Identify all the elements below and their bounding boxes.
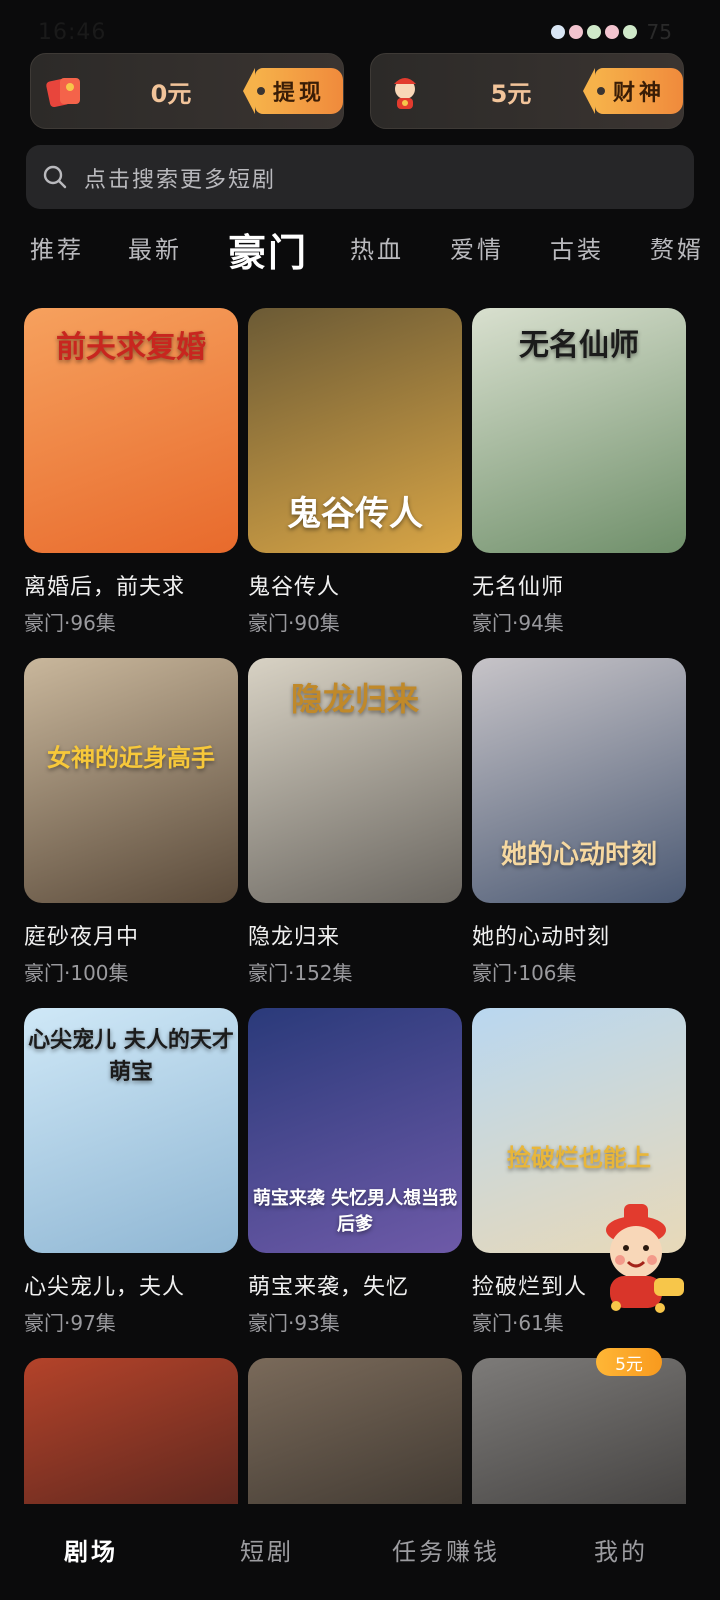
drama-title: 心尖宠儿，夫人: [24, 1275, 186, 1299]
fortune-button[interactable]: 财神: [583, 68, 683, 114]
drama-card[interactable]: 萌宝来袭 失忆男人想当我后爹 萌宝来袭，失忆 豪门·93集: [248, 1008, 462, 1336]
drama-meta: 豪门·94集: [472, 611, 564, 635]
drama-poster[interactable]: [24, 1358, 238, 1504]
poster-title: 女神的近身高手: [47, 744, 215, 772]
drama-card[interactable]: 她的心动时刻 她的心动时刻 豪门·106集: [472, 658, 686, 986]
nav-profile[interactable]: 我的: [594, 1532, 648, 1567]
drama-card[interactable]: 无名仙师 无名仙师 豪门·94集: [472, 308, 686, 636]
drama-card[interactable]: 心尖宠儿 夫人的天才萌宝 心尖宠儿，夫人 豪门·97集: [24, 1008, 238, 1336]
drama-meta: 豪门·97集: [24, 1311, 116, 1335]
drama-meta: 豪门·152集: [248, 961, 353, 985]
drama-meta: 豪门·100集: [24, 961, 129, 985]
drama-poster[interactable]: [248, 1358, 462, 1504]
drama-card[interactable]: 鬼谷传人 鬼谷传人 豪门·90集: [248, 308, 462, 636]
tab-recommend[interactable]: 推荐: [30, 230, 84, 265]
poster-title: 前夫求复婚: [56, 330, 206, 365]
nav-tasks[interactable]: 任务赚钱: [392, 1532, 500, 1567]
withdraw-button[interactable]: 提现: [243, 68, 343, 114]
notification-icon: [586, 25, 601, 39]
drama-poster[interactable]: 萌宝来袭 失忆男人想当我后爹: [248, 1008, 462, 1253]
drama-title: 隐龙归来: [248, 925, 341, 949]
tab-romance[interactable]: 爱情: [450, 230, 504, 265]
drama-card[interactable]: 女神的近身高手 庭砂夜月中 豪门·100集: [24, 658, 238, 986]
fortune-card[interactable]: 5元 财神: [370, 53, 684, 129]
drama-title: 鬼谷传人: [248, 575, 341, 599]
drama-meta: 豪门·106集: [472, 961, 577, 985]
withdraw-card[interactable]: 0元 提现: [30, 53, 344, 129]
drama-title: 离婚后，前夫求: [24, 575, 186, 599]
status-icons: 75: [550, 20, 672, 44]
notification-icon: [550, 25, 565, 39]
poster-title: 心尖宠儿 夫人的天才萌宝: [28, 1028, 234, 1085]
tab-action[interactable]: 热血: [350, 230, 404, 265]
search-icon: [43, 165, 67, 189]
drama-poster[interactable]: 女神的近身高手: [24, 658, 238, 903]
drama-card[interactable]: [24, 1358, 238, 1504]
category-tabs: 推荐 最新 豪门 热血 爱情 古装 赘婿: [0, 218, 720, 278]
status-time: 16:46: [38, 20, 107, 45]
drama-poster[interactable]: 无名仙师: [472, 308, 686, 553]
drama-poster[interactable]: 她的心动时刻: [472, 658, 686, 903]
battery-level: 75: [646, 20, 672, 44]
poster-title: 鬼谷传人: [287, 494, 423, 534]
drama-card[interactable]: 前夫求复婚 离婚后，前夫求 豪门·96集: [24, 308, 238, 636]
drama-card[interactable]: [248, 1358, 462, 1504]
tab-costume[interactable]: 古装: [550, 230, 604, 265]
tag-hole: [257, 87, 265, 95]
drama-poster[interactable]: 隐龙归来: [248, 658, 462, 903]
reward-cards: 0元 提现 5元 财神: [30, 53, 690, 129]
drama-poster[interactable]: [472, 1358, 686, 1504]
poster-title: 她的心动时刻: [500, 840, 657, 870]
drama-poster[interactable]: 鬼谷传人: [248, 308, 462, 553]
drama-title: 无名仙师: [472, 575, 565, 599]
search-placeholder: 点击搜索更多短剧: [84, 168, 277, 193]
drama-meta: 豪门·96集: [24, 611, 116, 635]
tag-hole: [597, 87, 605, 95]
tab-latest[interactable]: 最新: [128, 230, 182, 265]
tab-son-in-law[interactable]: 赘婿: [650, 230, 704, 265]
search-input[interactable]: 点击搜索更多短剧: [26, 145, 694, 209]
drama-poster[interactable]: 心尖宠儿 夫人的天才萌宝: [24, 1008, 238, 1253]
withdraw-label: 提现: [272, 81, 325, 106]
poster-title: 捡破烂也能上: [507, 1144, 651, 1172]
nav-short-drama[interactable]: 短剧: [240, 1532, 294, 1567]
fortune-reward-badge[interactable]: 5元: [596, 1348, 662, 1376]
floating-fortune-god-icon[interactable]: [576, 1190, 696, 1320]
poster-title: 隐龙归来: [290, 680, 419, 718]
fortune-label: 财神: [612, 81, 665, 106]
drama-meta: 豪门·93集: [248, 1311, 340, 1335]
poster-title: 萌宝来袭 失忆男人想当我后爹: [252, 1188, 458, 1235]
status-bar: 16:46 75: [0, 0, 720, 52]
notification-icon: [604, 25, 619, 39]
drama-meta: 豪门·90集: [248, 611, 340, 635]
tab-wealthy[interactable]: 豪门: [228, 222, 308, 277]
drama-grid: 前夫求复婚 离婚后，前夫求 豪门·96集 鬼谷传人 鬼谷传人 豪门·90集 无名…: [24, 308, 696, 1504]
drama-title: 她的心动时刻: [472, 925, 611, 949]
nav-theater[interactable]: 剧场: [64, 1532, 118, 1567]
drama-title: 庭砂夜月中: [24, 925, 140, 949]
notification-icon: [568, 25, 583, 39]
bottom-nav: 剧场 短剧 任务赚钱 我的: [0, 1504, 720, 1600]
drama-title: 萌宝来袭，失忆: [248, 1275, 410, 1299]
poster-title: 无名仙师: [519, 328, 639, 363]
notification-icon: [622, 25, 637, 39]
drama-card[interactable]: 隐龙归来 隐龙归来 豪门·152集: [248, 658, 462, 986]
drama-card[interactable]: [472, 1358, 686, 1504]
drama-poster[interactable]: 前夫求复婚: [24, 308, 238, 553]
